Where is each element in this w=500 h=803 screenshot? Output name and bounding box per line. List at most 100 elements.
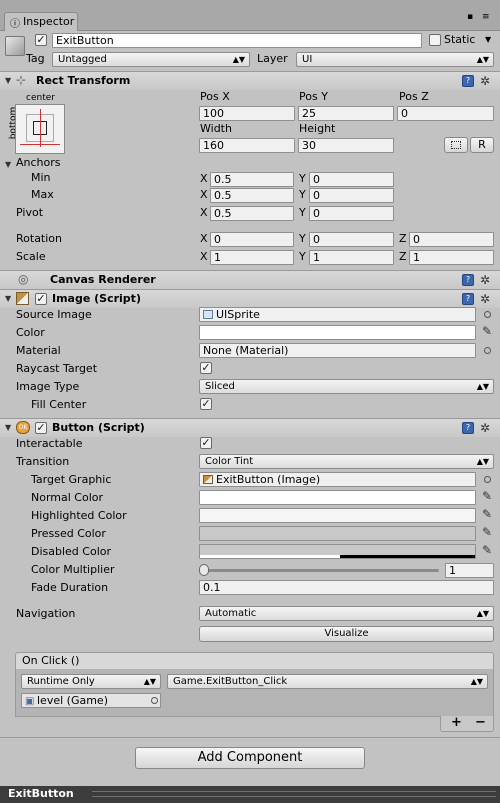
foldout-arrow-icon[interactable]: ▼ [5, 76, 11, 85]
fill-center-checkbox[interactable]: ✓ [200, 398, 212, 410]
source-image-field[interactable]: UISprite [199, 307, 476, 322]
object-picker-icon[interactable] [484, 476, 491, 483]
pressed-color-swatch[interactable] [199, 526, 476, 541]
preview-drag-handle[interactable] [92, 791, 496, 797]
normal-color-swatch[interactable] [199, 490, 476, 505]
color-swatch[interactable] [199, 325, 476, 340]
width-field[interactable]: 160 [199, 138, 295, 153]
button-enabled-checkbox[interactable]: ✓ [35, 422, 47, 434]
static-checkbox[interactable] [429, 34, 441, 46]
rot-z-field[interactable]: 0 [409, 232, 494, 247]
object-picker-icon[interactable] [151, 697, 158, 704]
gear-icon[interactable]: ✲ [480, 293, 490, 305]
navigation-value: Automatic [205, 608, 257, 619]
eyedropper-icon[interactable]: ✎ [482, 507, 492, 521]
dropdown-arrow-icon: ▲▼ [476, 457, 489, 466]
rect-transform-header[interactable]: ▼ ⊹ Rect Transform ? ✲ [0, 71, 500, 90]
gear-icon[interactable]: ✲ [480, 75, 490, 87]
fade-duration-field[interactable]: 0.1 [199, 580, 494, 595]
foldout-arrow-icon[interactable]: ▼ [5, 423, 11, 432]
eyedropper-icon[interactable]: ✎ [482, 525, 492, 539]
help-book-icon[interactable]: ? [462, 422, 474, 434]
anchors-foldout-icon[interactable]: ▼ [5, 160, 11, 169]
help-book-icon[interactable]: ? [462, 293, 474, 305]
tag-dropdown[interactable]: Untagged ▲▼ [52, 52, 250, 67]
object-name-field[interactable]: ExitButton [52, 33, 422, 48]
disabled-color-swatch[interactable] [199, 544, 476, 559]
object-picker-icon[interactable] [484, 347, 491, 354]
eyedropper-icon[interactable]: ✎ [482, 543, 492, 557]
pos-z-field[interactable]: 0 [397, 106, 494, 121]
image-script-header[interactable]: ▼ ✓ Image (Script) ? ✲ [0, 289, 500, 308]
color-multiplier-slider-track[interactable] [203, 569, 439, 572]
button-script-header[interactable]: ▼ OK ✓ Button (Script) ? ✲ [0, 418, 500, 437]
help-book-icon[interactable]: ? [462, 75, 474, 87]
static-dropdown-icon[interactable]: ▼ [485, 35, 491, 44]
pos-y-field[interactable]: 25 [298, 106, 394, 121]
add-event-button[interactable]: + [451, 715, 462, 730]
highlighted-color-swatch[interactable] [199, 508, 476, 523]
transition-label: Transition [16, 455, 70, 468]
eyedropper-icon[interactable]: ✎ [482, 489, 492, 503]
onclick-footer: + − [440, 715, 494, 732]
pivot-label: Pivot [16, 206, 44, 219]
scale-z-field[interactable]: 1 [409, 250, 494, 265]
gear-icon[interactable]: ✲ [480, 274, 490, 286]
anchor-preset-button[interactable] [15, 104, 65, 154]
scale-x-field[interactable]: 1 [210, 250, 294, 265]
max-y-field[interactable]: 0 [309, 188, 394, 203]
object-picker-icon[interactable] [484, 311, 491, 318]
active-checkbox[interactable]: ✓ [35, 34, 47, 46]
rotation-label: Rotation [16, 232, 63, 245]
min-label: Min [31, 171, 51, 184]
pivot-x-axis: X [200, 206, 208, 219]
navigation-dropdown[interactable]: Automatic ▲▼ [199, 606, 494, 621]
canvas-renderer-header[interactable]: ◎ Canvas Renderer ? ✲ [0, 270, 500, 289]
image-enabled-checkbox[interactable]: ✓ [35, 293, 47, 305]
scale-x-axis: X [200, 250, 208, 263]
tab-inspector[interactable]: ⓘ Inspector [4, 12, 78, 31]
runtime-dropdown[interactable]: Runtime Only ▲▼ [21, 674, 161, 689]
material-field[interactable]: None (Material) [199, 343, 476, 358]
pos-x-field[interactable]: 100 [199, 106, 295, 121]
layer-dropdown[interactable]: UI ▲▼ [296, 52, 494, 67]
pivot-y-field[interactable]: 0 [309, 206, 394, 221]
rect-transform-icon: ⊹ [16, 73, 27, 87]
remove-event-button[interactable]: − [475, 715, 486, 730]
gear-icon[interactable]: ✲ [480, 422, 490, 434]
foldout-arrow-icon[interactable]: ▼ [5, 294, 11, 303]
color-multiplier-slider-handle[interactable] [199, 564, 209, 576]
transition-dropdown[interactable]: Color Tint ▲▼ [199, 454, 494, 469]
add-component-button[interactable]: Add Component [135, 747, 365, 769]
anchors-label: Anchors [16, 156, 61, 169]
visualize-button[interactable]: Visualize [199, 626, 494, 642]
rot-z-axis: Z [399, 232, 407, 245]
min-y-field[interactable]: 0 [309, 172, 394, 187]
menu-icon[interactable]: ≡ [482, 12, 490, 22]
eyedropper-icon[interactable]: ✎ [482, 324, 492, 338]
target-graphic-field[interactable]: ExitButton (Image) [199, 472, 476, 487]
scale-y-field[interactable]: 1 [309, 250, 394, 265]
rot-y-field[interactable]: 0 [309, 232, 394, 247]
static-label: Static [444, 33, 476, 46]
help-book-icon[interactable]: ? [462, 274, 474, 286]
color-multiplier-field[interactable]: 1 [445, 563, 494, 578]
interactable-checkbox[interactable]: ✓ [200, 437, 212, 449]
target-object-field[interactable]: ▣ level (Game) [21, 693, 161, 708]
rot-x-field[interactable]: 0 [210, 232, 294, 247]
blueprint-mode-button[interactable] [444, 137, 468, 153]
interactable-label: Interactable [16, 437, 83, 450]
tag-value: Untagged [58, 54, 107, 65]
image-type-label: Image Type [16, 380, 80, 393]
image-type-dropdown[interactable]: Sliced ▲▼ [199, 379, 494, 394]
lock-icon[interactable]: ▪ [467, 12, 473, 22]
dropdown-arrow-icon: ▲▼ [470, 677, 483, 686]
height-field[interactable]: 30 [298, 138, 394, 153]
pivot-x-field[interactable]: 0.5 [210, 206, 294, 221]
max-x-field[interactable]: 0.5 [210, 188, 294, 203]
raycast-checkbox[interactable]: ✓ [200, 362, 212, 374]
raw-edit-button[interactable]: R [470, 137, 494, 153]
function-dropdown[interactable]: Game.ExitButton_Click ▲▼ [167, 674, 488, 689]
tab-title: Inspector [23, 15, 75, 28]
min-x-field[interactable]: 0.5 [210, 172, 294, 187]
